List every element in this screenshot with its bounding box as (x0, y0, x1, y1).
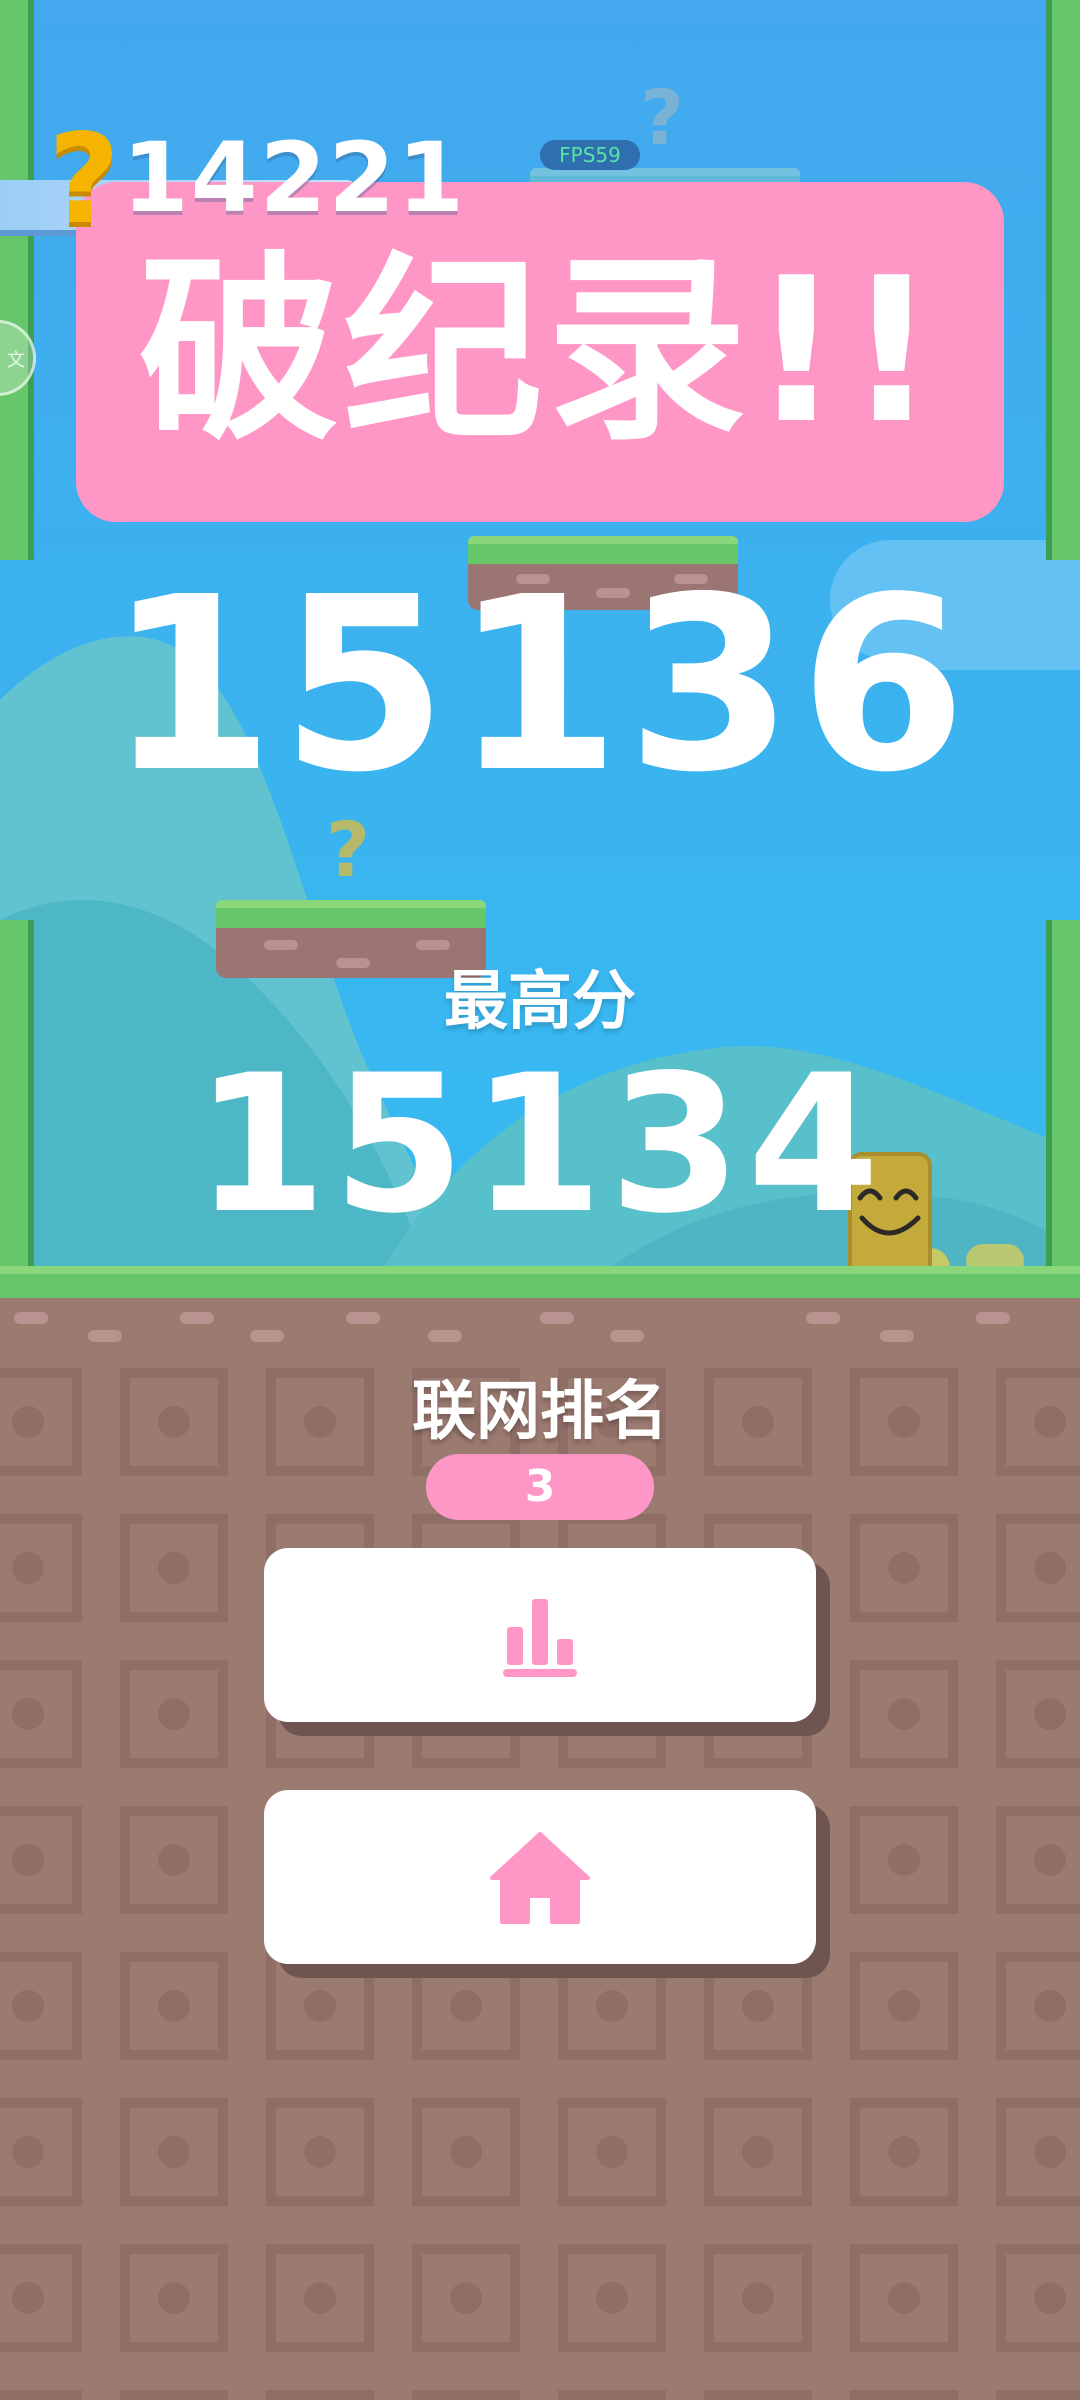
ground-tile (850, 2244, 958, 2352)
new-record-title: 破纪录!! (138, 235, 942, 468)
home-button[interactable] (264, 1790, 816, 1964)
ground-tile (558, 2244, 666, 2352)
ground-tile (704, 2244, 812, 2352)
ground-tile (120, 1660, 228, 1768)
ground-tile (996, 1514, 1080, 1622)
ground-tile (704, 2390, 812, 2400)
ground-tile (120, 1952, 228, 2060)
ground-tile (412, 2390, 520, 2400)
left-wall-upper (0, 0, 34, 560)
ground-tile (996, 2244, 1080, 2352)
ground-tile (0, 1660, 82, 1768)
question-mark-icon: ? (48, 108, 120, 252)
leaderboard-button[interactable] (264, 1548, 816, 1722)
ground-tile (558, 2390, 666, 2400)
ground-tile (0, 2390, 82, 2400)
ground-tile (996, 1660, 1080, 1768)
ground-tile (850, 2390, 958, 2400)
ground-tile (412, 2244, 520, 2352)
question-mark-icon: ? (640, 73, 685, 162)
ground-tile (850, 2098, 958, 2206)
ground-tile (0, 2244, 82, 2352)
ground-tile (0, 1952, 82, 2060)
ranking-badge: 3 (426, 1454, 654, 1520)
ground-tile (266, 2098, 374, 2206)
hud-score: 14221 (122, 122, 466, 234)
ground-tile (266, 1952, 374, 2060)
home-icon (490, 1832, 590, 1924)
best-score-label: 最高分 (444, 965, 636, 1039)
ground-tile (120, 1514, 228, 1622)
ground-tile (120, 2098, 228, 2206)
fps-counter: FPS59 (540, 140, 640, 170)
ground-grass (0, 1266, 1080, 1298)
ground-tile (0, 1806, 82, 1914)
ground-tile (412, 1952, 520, 2060)
ground-tile (266, 2390, 374, 2400)
ground-tile (0, 1514, 82, 1622)
ground-tile (850, 1660, 958, 1768)
game-screen: ? ? 文 破纪录!! ? 14221 FPS59 15136 最高分 1513… (0, 0, 1080, 2400)
ground-tile (850, 1806, 958, 1914)
ground-tile (120, 1806, 228, 1914)
ground-tile (704, 2098, 812, 2206)
ground-tile (704, 1952, 812, 2060)
ground-tile (558, 2098, 666, 2206)
ground-tile (996, 1806, 1080, 1914)
right-wall-upper (1046, 0, 1080, 560)
current-score: 15136 (107, 545, 973, 825)
ground-tile (412, 2098, 520, 2206)
ground-tile (996, 1952, 1080, 2060)
ground-tile (996, 2098, 1080, 2206)
leaderboard-icon (503, 1599, 577, 1677)
ground-tile (850, 1952, 958, 2060)
ground-tile (0, 2098, 82, 2206)
ground-tile (120, 2244, 228, 2352)
ground-tile (120, 2390, 228, 2400)
best-score: 15134 (194, 1034, 886, 1255)
ground-tile (996, 2390, 1080, 2400)
online-ranking-label: 联网排名 (412, 1375, 668, 1449)
ground-tile (558, 1952, 666, 2060)
ground-tile (266, 2244, 374, 2352)
ground-tile (850, 1514, 958, 1622)
